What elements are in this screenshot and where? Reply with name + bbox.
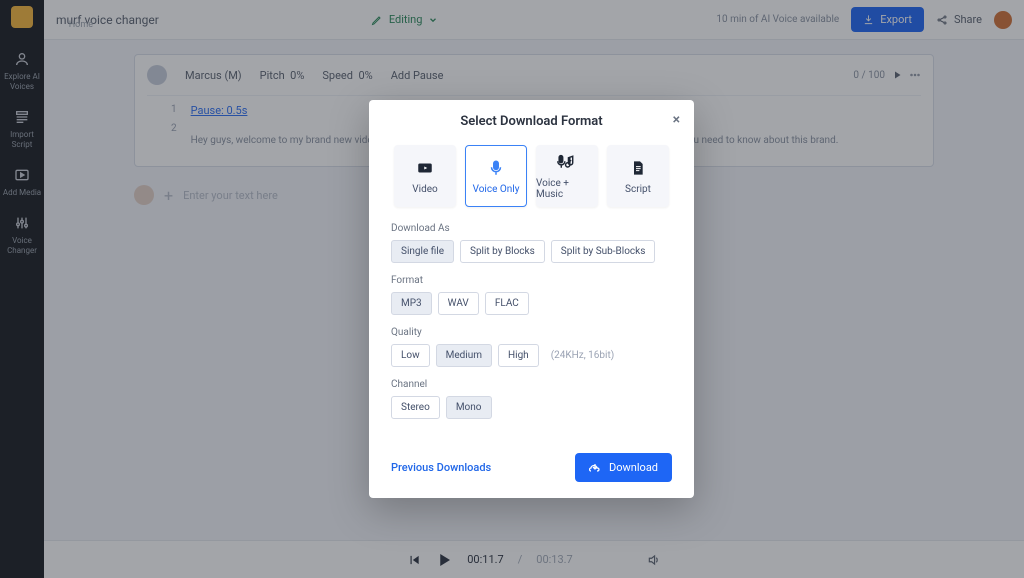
channel-option[interactable]: Mono <box>446 396 492 419</box>
format-tile-label: Voice + Music <box>536 178 598 200</box>
format-tile-label: Script <box>625 184 651 195</box>
cloud-download-icon <box>589 462 601 474</box>
quality-option[interactable]: Low <box>391 344 430 367</box>
file-format-option[interactable]: WAV <box>438 292 479 315</box>
quality-hint: (24KHz, 16bit) <box>551 350 615 361</box>
file-format-option[interactable]: FLAC <box>485 292 529 315</box>
file-format-option[interactable]: MP3 <box>391 292 432 315</box>
quality-option[interactable]: Medium <box>436 344 492 367</box>
format-tile-script[interactable]: Script <box>607 145 669 207</box>
previous-downloads-link[interactable]: Previous Downloads <box>391 461 491 474</box>
download-as-group: Single file Split by Blocks Split by Sub… <box>391 240 672 263</box>
download-as-option[interactable]: Split by Sub-Blocks <box>551 240 656 263</box>
quality-option[interactable]: High <box>498 344 539 367</box>
app-root: Explore AI Voices Import Script Add Medi… <box>0 0 1024 578</box>
download-button-label: Download <box>609 461 658 474</box>
download-as-option[interactable]: Single file <box>391 240 454 263</box>
channel-label: Channel <box>391 379 672 390</box>
microphone-icon <box>486 158 506 178</box>
channel-option[interactable]: Stereo <box>391 396 440 419</box>
download-button[interactable]: Download <box>575 453 672 482</box>
music-mic-icon <box>557 152 577 172</box>
file-format-group: MP3 WAV FLAC <box>391 292 672 315</box>
download-as-option[interactable]: Split by Blocks <box>460 240 545 263</box>
format-tile-video[interactable]: Video <box>394 145 456 207</box>
download-modal: Select Download Format × Video Voice Onl… <box>369 100 694 498</box>
document-icon <box>628 158 648 178</box>
channel-group: Stereo Mono <box>391 396 672 419</box>
video-icon <box>415 158 435 178</box>
format-tile-voice-only[interactable]: Voice Only <box>465 145 527 207</box>
quality-label: Quality <box>391 327 672 338</box>
format-tile-label: Voice Only <box>473 184 520 195</box>
download-as-label: Download As <box>391 223 672 234</box>
format-tile-label: Video <box>412 184 437 195</box>
modal-title: Select Download Format <box>460 114 602 129</box>
quality-group: Low Medium High (24KHz, 16bit) <box>391 344 672 367</box>
file-format-label: Format <box>391 275 672 286</box>
format-tile-voice-music[interactable]: Voice + Music <box>536 145 598 207</box>
format-tiles: Video Voice Only Voice + Music Script <box>369 139 694 221</box>
close-icon[interactable]: × <box>673 112 680 128</box>
